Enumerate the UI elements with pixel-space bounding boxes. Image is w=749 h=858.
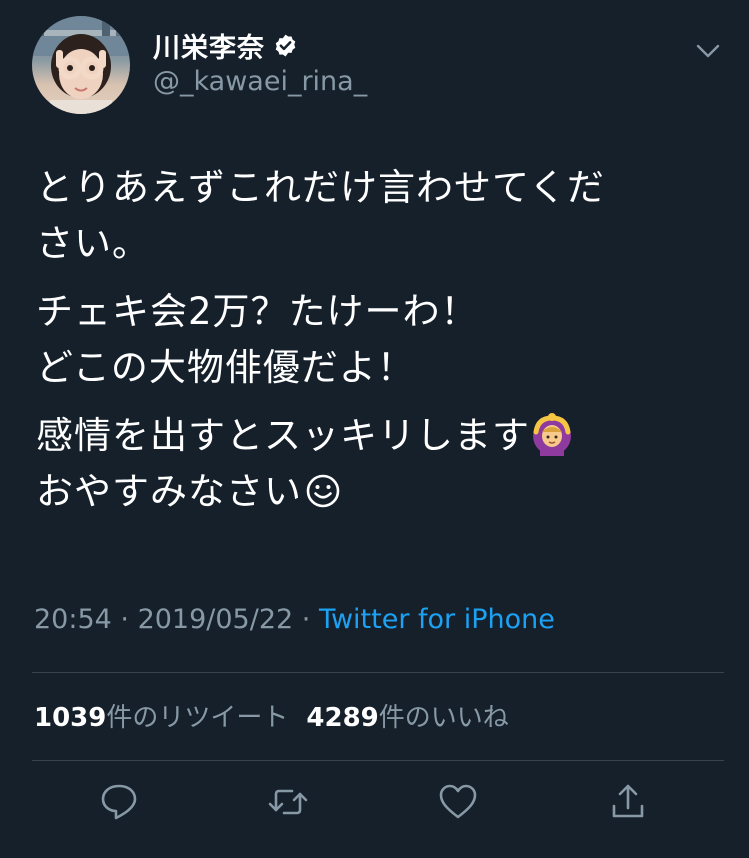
retweets-label: 件のリツイート — [106, 703, 289, 733]
retweets-count: 1039 — [34, 703, 107, 733]
heart-icon — [436, 780, 480, 824]
divider — [32, 760, 724, 761]
tweet-line-with-emoji: おやすみなさい — [36, 464, 716, 520]
display-name[interactable]: 川栄李奈 — [153, 26, 265, 65]
tweet-date: 2019/05/22 — [137, 604, 294, 635]
display-name-row[interactable]: 川栄李奈 — [153, 26, 367, 65]
user-handle[interactable]: @_kawaei_rina_ — [153, 66, 367, 97]
like-button[interactable] — [436, 780, 480, 824]
likes-label: 件のいいね — [378, 703, 509, 733]
share-button[interactable] — [606, 780, 650, 824]
tweet-paragraph: チェキ会2万？たけーわ！ どこの大物俳優だよ！ — [36, 284, 716, 396]
divider — [32, 672, 724, 673]
tweet-line: おやすみなさい — [36, 470, 302, 513]
tweet-line: とりあえずこれだけ言わせてくだ — [36, 166, 605, 209]
user-names: 川栄李奈 @_kawaei_rina_ — [153, 26, 367, 98]
retweet-button[interactable] — [266, 780, 310, 824]
tweet-line: 感情を出すとスッキリします — [36, 414, 530, 457]
chevron-down-icon[interactable] — [693, 36, 723, 66]
reply-icon — [97, 780, 141, 824]
tweet-actions — [0, 780, 749, 830]
meta-separator: · — [111, 604, 138, 635]
tweet-header: 川栄李奈 @_kawaei_rina_ — [0, 0, 749, 130]
person-gesturing-ok-emoji-icon — [530, 412, 574, 456]
tweet-paragraph: とりあえずこれだけ言わせてくだ さい。 — [36, 160, 716, 272]
tweet-source-link[interactable]: Twitter for iPhone — [319, 604, 555, 635]
tweet-meta: 20:54 · 2019/05/22 · Twitter for iPhone — [34, 604, 555, 635]
likes-stat[interactable]: 4289件のいいね — [306, 703, 508, 733]
likes-count: 4289 — [306, 703, 379, 733]
tweet-time: 20:54 — [34, 604, 112, 635]
tweet-line: チェキ会2万？たけーわ！ — [36, 290, 479, 333]
avatar[interactable] — [32, 16, 130, 114]
reply-button[interactable] — [97, 780, 141, 824]
tweet-line: どこの大物俳優だよ！ — [36, 346, 415, 389]
share-icon — [606, 780, 650, 824]
tweet-line: さい。 — [36, 222, 150, 265]
tweet-paragraph: 感情を出すとスッキリします おやすみなさい — [36, 408, 716, 520]
bottom-border — [0, 850, 749, 858]
tweet-stats: 1039件のリツイート 4289件のいいね — [34, 697, 509, 734]
retweet-icon — [266, 780, 310, 824]
meta-separator: · — [293, 604, 319, 635]
retweets-stat[interactable]: 1039件のリツイート — [34, 703, 288, 733]
tweet-text: とりあえずこれだけ言わせてくだ さい。 チェキ会2万？たけーわ！ どこの大物俳優… — [36, 160, 716, 532]
tweet-line-with-emoji: 感情を出すとスッキリします — [36, 408, 716, 464]
smiling-face-emoji-icon — [304, 470, 342, 508]
verified-badge-icon — [273, 33, 298, 58]
